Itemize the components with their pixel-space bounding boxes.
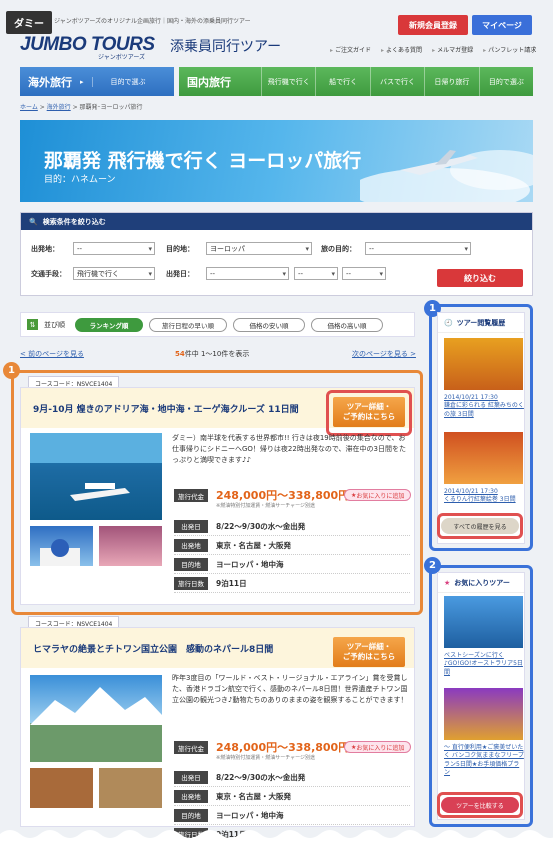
santorini-photo <box>30 526 93 566</box>
tour-description: 昨年3度目の「ワールド・ベスト・リージョナル・エアライン」賞を受賞した、香港ドラ… <box>172 674 408 705</box>
annotation-badge: 1 <box>3 362 20 379</box>
history-header: 🕘 ツアー閲覧履歴 <box>438 313 524 333</box>
guide-link[interactable]: ご注文ガイド <box>330 45 371 54</box>
tour-detail-button[interactable]: ツアー詳細・ ご予約はこちら <box>333 637 405 667</box>
top-links: ご注文ガイド よくある質問 メルマガ登録 パンフレット請求 <box>330 45 536 54</box>
star-icon: ★ <box>444 578 451 587</box>
info-row: 出発日 8/22～9/30の水～金出発 <box>174 768 410 787</box>
info-row: 旅行日数 9泊11日 <box>174 574 410 593</box>
tour-detail-button[interactable]: ツアー詳細・ ご予約はこちら <box>333 397 405 427</box>
cruise-photo <box>30 433 162 520</box>
favorite-item[interactable]: ベストシーズンに行く♪GO!GO!オーストラリア5日間 <box>444 652 524 677</box>
nav-domestic-label[interactable]: 国内旅行 <box>179 74 261 90</box>
transport-label: 交通手段： <box>31 270 66 278</box>
history-item[interactable]: 2014/10/21 17:30 鎌倉に彩られる 紅葉みちのくの旅 3日間 <box>444 394 524 419</box>
history-item[interactable]: 2014/10/21 17:30 くるりん行紅葉絵巻 3日間 <box>444 488 524 505</box>
city-photo <box>99 526 162 566</box>
depart-label: 出発地： <box>31 245 59 253</box>
info-row: 出発地 東京・名古屋・大阪発 <box>174 536 410 555</box>
nav-overseas-sub[interactable]: 目的で選ぶ <box>91 76 146 87</box>
favorites-header: ★ お気に入りツアー <box>438 573 524 593</box>
tour-info-table: 出発日 8/22～9/30の水～金出発 出発地 東京・名古屋・大阪発 目的地 ヨーロッ… <box>174 517 410 593</box>
history-photo[interactable] <box>444 338 523 390</box>
nav-domestic-item[interactable]: 飛行機で行く <box>261 67 315 96</box>
logo-subtitle: 添乗員同行ツアー <box>170 39 282 55</box>
date-select-year[interactable]: -- <box>206 267 289 280</box>
search-title: 検索条件を絞り込む <box>42 217 106 226</box>
tagline: ジャンボツアーズのオリジナル企画旅行｜国内・海外の添乗員同行ツアー <box>54 18 251 25</box>
price-note: ※燃油特別付加運賃・燃油サーチャージ別途 <box>216 503 316 509</box>
search-icon: 🔍 <box>29 217 38 226</box>
breadcrumb-overseas[interactable]: 海外旅行 <box>47 104 71 111</box>
tour-description: ダミー）南半球を代表する世界都市!! 行きは夜19時前後の集合なので、お仕事帰り… <box>172 434 407 465</box>
add-favorite-button[interactable]: ★ お気に入りに追加 <box>344 489 412 501</box>
hero-banner: 那覇発 飛行機で行く ヨーロッパ旅行 目的：ハネムーン <box>20 120 533 202</box>
info-row: 出発日 8/22～9/30の水～金出発 <box>174 517 410 536</box>
search-header: 🔍 検索条件を絞り込む <box>21 213 532 230</box>
food-photo <box>30 768 93 808</box>
purpose-select[interactable]: -- <box>365 242 471 255</box>
sort-bar: ⇅ 並び順 ランキング順 旅行日程の早い順 価格の安い順 価格の高い順 <box>20 312 415 337</box>
favorite-photo[interactable] <box>444 688 523 740</box>
mypage-button[interactable]: マイページ <box>472 15 532 35</box>
register-button[interactable]: 新規会員登録 <box>398 15 468 35</box>
nav-domestic-item[interactable]: 日帰り旅行 <box>424 67 478 96</box>
info-row: 目的地 ヨーロッパ・地中海 <box>174 555 410 574</box>
temple-photo <box>99 768 162 808</box>
nav-overseas-label[interactable]: 海外旅行 <box>20 74 80 90</box>
result-count: 54件中 1～10件を表示 <box>175 350 250 358</box>
favorite-item[interactable]: ～ 直行便利用★ご褒美ぜいたく バンコク気ままなフリープラン5日間★お手頃価格プ… <box>444 744 524 778</box>
price-label: 旅行代金 <box>174 489 208 502</box>
nav-domestic-item[interactable]: バスで行く <box>369 67 424 96</box>
dest-label: 目的地： <box>166 245 194 253</box>
breadcrumb: ホーム > 海外旅行 > 那覇発･ヨーロッパ旅行 <box>20 104 143 111</box>
clock-icon: 🕘 <box>444 318 453 327</box>
history-photo[interactable] <box>444 432 523 484</box>
nav-overseas[interactable]: 海外旅行 ▸ 目的で選ぶ <box>20 67 174 96</box>
next-page-link[interactable]: 次のページを見る > <box>352 349 416 359</box>
view-all-history-button[interactable]: すべての履歴を見る <box>441 518 519 534</box>
himalaya-photo <box>30 675 162 762</box>
purpose-label: 旅の目的： <box>321 245 356 253</box>
date-label: 出発日： <box>166 270 194 278</box>
date-select-month[interactable]: -- <box>294 267 338 280</box>
hero-title: 那覇発 飛行機で行く ヨーロッパ旅行 <box>44 150 362 172</box>
cloud-airplane-image <box>360 150 533 202</box>
info-row: 出発地 東京・名古屋・大阪発 <box>174 787 410 806</box>
sort-price-low[interactable]: 価格の安い順 <box>233 317 305 332</box>
sort-icon: ⇅ <box>27 319 38 330</box>
price-label: 旅行代金 <box>174 741 208 754</box>
nav-domestic[interactable]: 国内旅行 飛行機で行く 船で行く バスで行く 日帰り旅行 目的で選ぶ <box>179 67 533 96</box>
hero-subtitle: 目的：ハネムーン <box>44 175 116 185</box>
pamphlet-link[interactable]: パンフレット請求 <box>483 45 536 54</box>
search-submit-button[interactable]: 絞り込む <box>437 269 523 287</box>
favorite-photo[interactable] <box>444 596 523 648</box>
dummy-label: ダミー <box>6 11 52 34</box>
price-value: 248,000円～338,800円 <box>216 741 350 754</box>
sort-date[interactable]: 旅行日程の早い順 <box>149 317 227 332</box>
logo-kana: ジャンボツアーズ <box>98 54 146 61</box>
faq-link[interactable]: よくある質問 <box>381 45 422 54</box>
price-note: ※燃油特別付加運賃・燃油サーチャージ別途 <box>216 755 316 761</box>
breadcrumb-current: 那覇発･ヨーロッパ旅行 <box>79 104 143 111</box>
depart-select[interactable]: -- <box>73 242 155 255</box>
nav-domestic-item[interactable]: 船で行く <box>315 67 369 96</box>
price-value: 248,000円～338,800円 <box>216 489 350 502</box>
sort-ranking[interactable]: ランキング順 <box>75 317 143 332</box>
mailmag-link[interactable]: メルマガ登録 <box>432 45 473 54</box>
add-favorite-button[interactable]: ★ お気に入りに追加 <box>344 741 412 753</box>
sort-price-high[interactable]: 価格の高い順 <box>311 317 383 332</box>
arrow-icon: ▸ <box>80 77 84 86</box>
compare-tours-button[interactable]: ツアーを比較する <box>441 797 519 813</box>
prev-page-link[interactable]: < 前のページを見る <box>20 349 84 359</box>
nav-domestic-item[interactable]: 目的で選ぶ <box>478 67 533 96</box>
transport-select[interactable]: 飛行機で行く <box>73 267 155 280</box>
sort-label: 並び順 <box>44 320 65 329</box>
info-row: 目的地 ヨーロッパ・地中海 <box>174 806 410 825</box>
torn-edge <box>0 830 553 852</box>
date-select-day[interactable]: -- <box>342 267 386 280</box>
dest-select[interactable]: ヨーロッパ <box>206 242 312 255</box>
breadcrumb-home[interactable]: ホーム <box>20 104 38 111</box>
